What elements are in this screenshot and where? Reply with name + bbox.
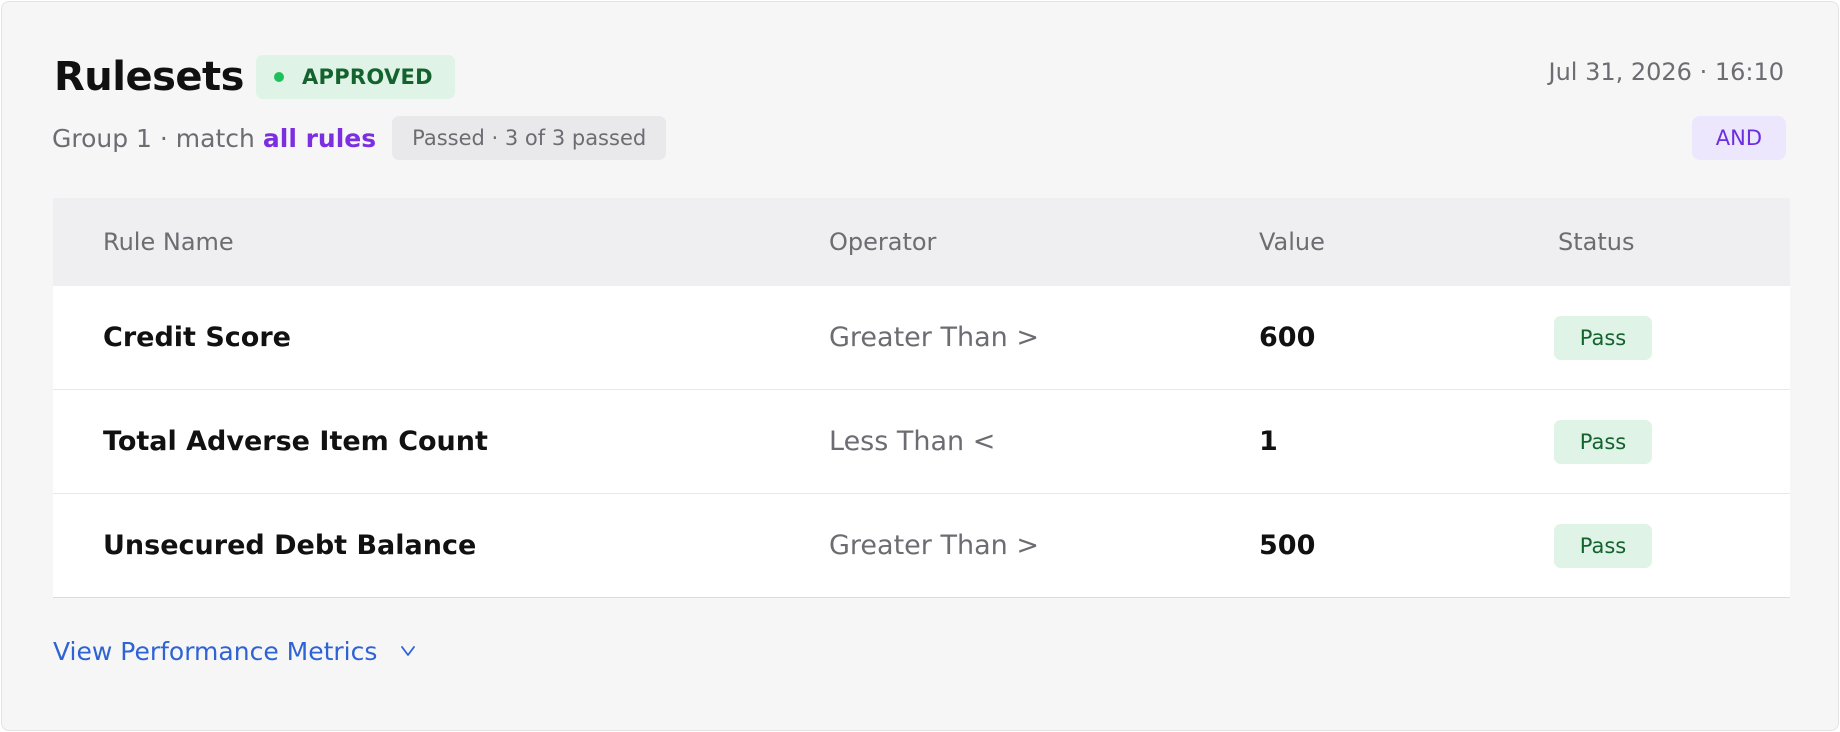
table-row: Unsecured Debt Balance Greater Than > 50…: [53, 494, 1790, 598]
page-title: Rulesets: [54, 54, 244, 100]
ruleset-panel: Rulesets APPROVED Jul 31, 2026 · 16:10 G…: [1, 1, 1839, 731]
status-pill: Pass: [1554, 316, 1652, 360]
view-performance-metrics-link[interactable]: View Performance Metrics: [53, 631, 417, 671]
operator-cell: Less Than <: [829, 426, 996, 457]
rule-name-cell: Unsecured Debt Balance: [103, 530, 477, 561]
column-header-rule-name: Rule Name: [103, 228, 234, 256]
group-summary: Group 1 · match all rules Passed · 3 of …: [52, 116, 667, 160]
value-cell: 1: [1259, 426, 1278, 457]
table-row: Credit Score Greater Than > 600 Pass: [53, 286, 1790, 390]
rule-name-cell: Credit Score: [103, 322, 291, 353]
title-row: Rulesets APPROVED: [54, 54, 455, 100]
operator-cell: Greater Than >: [829, 530, 1039, 561]
table-row: Total Adverse Item Count Less Than < 1 P…: [53, 390, 1790, 494]
column-header-value: Value: [1259, 228, 1325, 256]
group-label: Group 1 · match: [52, 123, 255, 153]
value-cell: 600: [1259, 322, 1316, 353]
column-header-status: Status: [1558, 228, 1635, 256]
rules-table: Rule Name Operator Value Status Credit S…: [53, 198, 1790, 598]
status-pill: Pass: [1554, 524, 1652, 568]
status-badge-label: APPROVED: [301, 65, 433, 89]
status-dot-icon: [273, 72, 284, 82]
rule-name-cell: Total Adverse Item Count: [103, 426, 488, 457]
status-pill: Pass: [1554, 420, 1652, 464]
table-header: Rule Name Operator Value Status: [53, 198, 1790, 286]
status-badge: APPROVED: [255, 55, 455, 99]
logic-operator-chip: AND: [1691, 116, 1786, 160]
timestamp: Jul 31, 2026 · 16:10: [1548, 58, 1784, 86]
value-cell: 500: [1259, 530, 1316, 561]
operator-cell: Greater Than >: [829, 322, 1039, 353]
chevron-down-icon: [401, 646, 416, 656]
view-performance-metrics-label: View Performance Metrics: [53, 636, 378, 666]
column-header-operator: Operator: [829, 228, 937, 256]
passed-summary-chip: Passed · 3 of 3 passed: [392, 116, 667, 160]
match-mode: all rules: [262, 123, 377, 153]
